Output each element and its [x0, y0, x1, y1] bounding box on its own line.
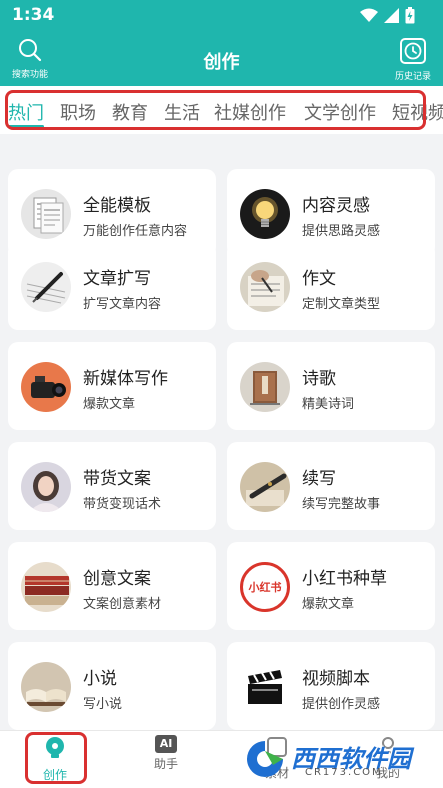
pen-writing-icon: [21, 262, 71, 312]
page-title: 创作: [203, 52, 240, 73]
system-icons: [360, 7, 415, 24]
card-poetry[interactable]: 诗歌 精美诗词: [227, 342, 435, 430]
card-subtitle: 提供思路灵感: [302, 224, 381, 239]
open-book-icon: [21, 662, 71, 712]
status-time: 1:34: [12, 5, 55, 25]
card-title: 续写: [302, 469, 336, 489]
card-sales-copywriting[interactable]: 带货文案 带货变现话术: [8, 442, 216, 530]
card-subtitle: 万能创作任意内容: [83, 224, 188, 239]
handwriting-icon: [240, 262, 290, 312]
tabs-highlight-box: [5, 90, 426, 130]
card-title: 视频脚本: [302, 669, 370, 689]
app-header: 搜索功能 创作 历史记录: [0, 30, 443, 86]
card-title: 小红书种草: [302, 569, 387, 589]
signal-icon: [384, 8, 399, 23]
wifi-icon: [360, 8, 378, 22]
card-new-media-writing[interactable]: 新媒体写作 爆款文章: [8, 342, 216, 430]
card-subtitle: 爆款文章: [83, 397, 136, 412]
watermark-subtext: CR173.COM: [305, 767, 383, 778]
nav-assistant[interactable]: AI 助手: [126, 735, 206, 772]
card-title: 文章扩写: [83, 269, 151, 289]
xiaohongshu-logo-icon: 小红书: [240, 562, 290, 612]
history-label: 历史记录: [394, 72, 431, 82]
card-title: 诗歌: [302, 369, 336, 389]
card-title: 小说: [83, 669, 117, 689]
books-stack-icon: [21, 562, 71, 612]
card-title: 带货文案: [83, 469, 151, 489]
card-subtitle: 提供创作灵感: [302, 697, 381, 712]
card-title: 内容灵感: [302, 196, 370, 216]
fountain-pen-icon: [240, 462, 290, 512]
nav-create-highlight-box: [25, 732, 87, 784]
card-subtitle: 写小说: [83, 697, 123, 712]
card-novel[interactable]: 小说 写小说: [8, 642, 216, 730]
classic-book-icon: [240, 362, 290, 412]
card-subtitle: 续写完整故事: [302, 497, 381, 512]
card-subtitle: 文案创意素材: [83, 597, 162, 612]
card-subtitle: 爆款文章: [302, 597, 355, 612]
card-article-expansion[interactable]: 文章扩写 扩写文章内容: [8, 242, 216, 330]
nav-assistant-label: 助手: [153, 757, 178, 771]
card-continue-writing[interactable]: 续写 续写完整故事: [227, 442, 435, 530]
card-title: 新媒体写作: [83, 369, 168, 389]
card-subtitle: 精美诗词: [302, 397, 355, 412]
card-creative-copy[interactable]: 创意文案 文案创意素材: [8, 542, 216, 630]
clapperboard-icon: [240, 662, 290, 712]
site-watermark: 西西软件园 CR173.COM: [243, 737, 423, 781]
ai-assistant-icon: AI: [155, 735, 177, 753]
history-clock-icon: [400, 38, 426, 64]
battery-icon: [405, 7, 415, 24]
xiaohongshu-logo-text: 小红书: [248, 581, 282, 594]
video-camera-icon: [21, 362, 71, 412]
watermark-logo-icon: [247, 741, 283, 777]
card-title: 创意文案: [83, 569, 151, 589]
card-composition[interactable]: 作文 定制文章类型: [227, 242, 435, 330]
lightbulb-icon: [240, 189, 290, 239]
presenter-avatar-icon: [21, 462, 71, 512]
card-video-script[interactable]: 视频脚本 提供创作灵感: [227, 642, 435, 730]
card-subtitle: 带货变现话术: [83, 497, 162, 512]
history-button[interactable]: 历史记录: [383, 38, 443, 82]
card-subtitle: 扩写文章内容: [83, 297, 162, 312]
status-bar: 1:34: [0, 0, 443, 30]
card-subtitle: 定制文章类型: [302, 297, 381, 312]
card-title: 作文: [302, 269, 336, 289]
card-title: 全能模板: [83, 196, 151, 216]
card-xiaohongshu[interactable]: 小红书 小红书种草 爆款文章: [227, 542, 435, 630]
document-template-icon: [21, 189, 71, 239]
